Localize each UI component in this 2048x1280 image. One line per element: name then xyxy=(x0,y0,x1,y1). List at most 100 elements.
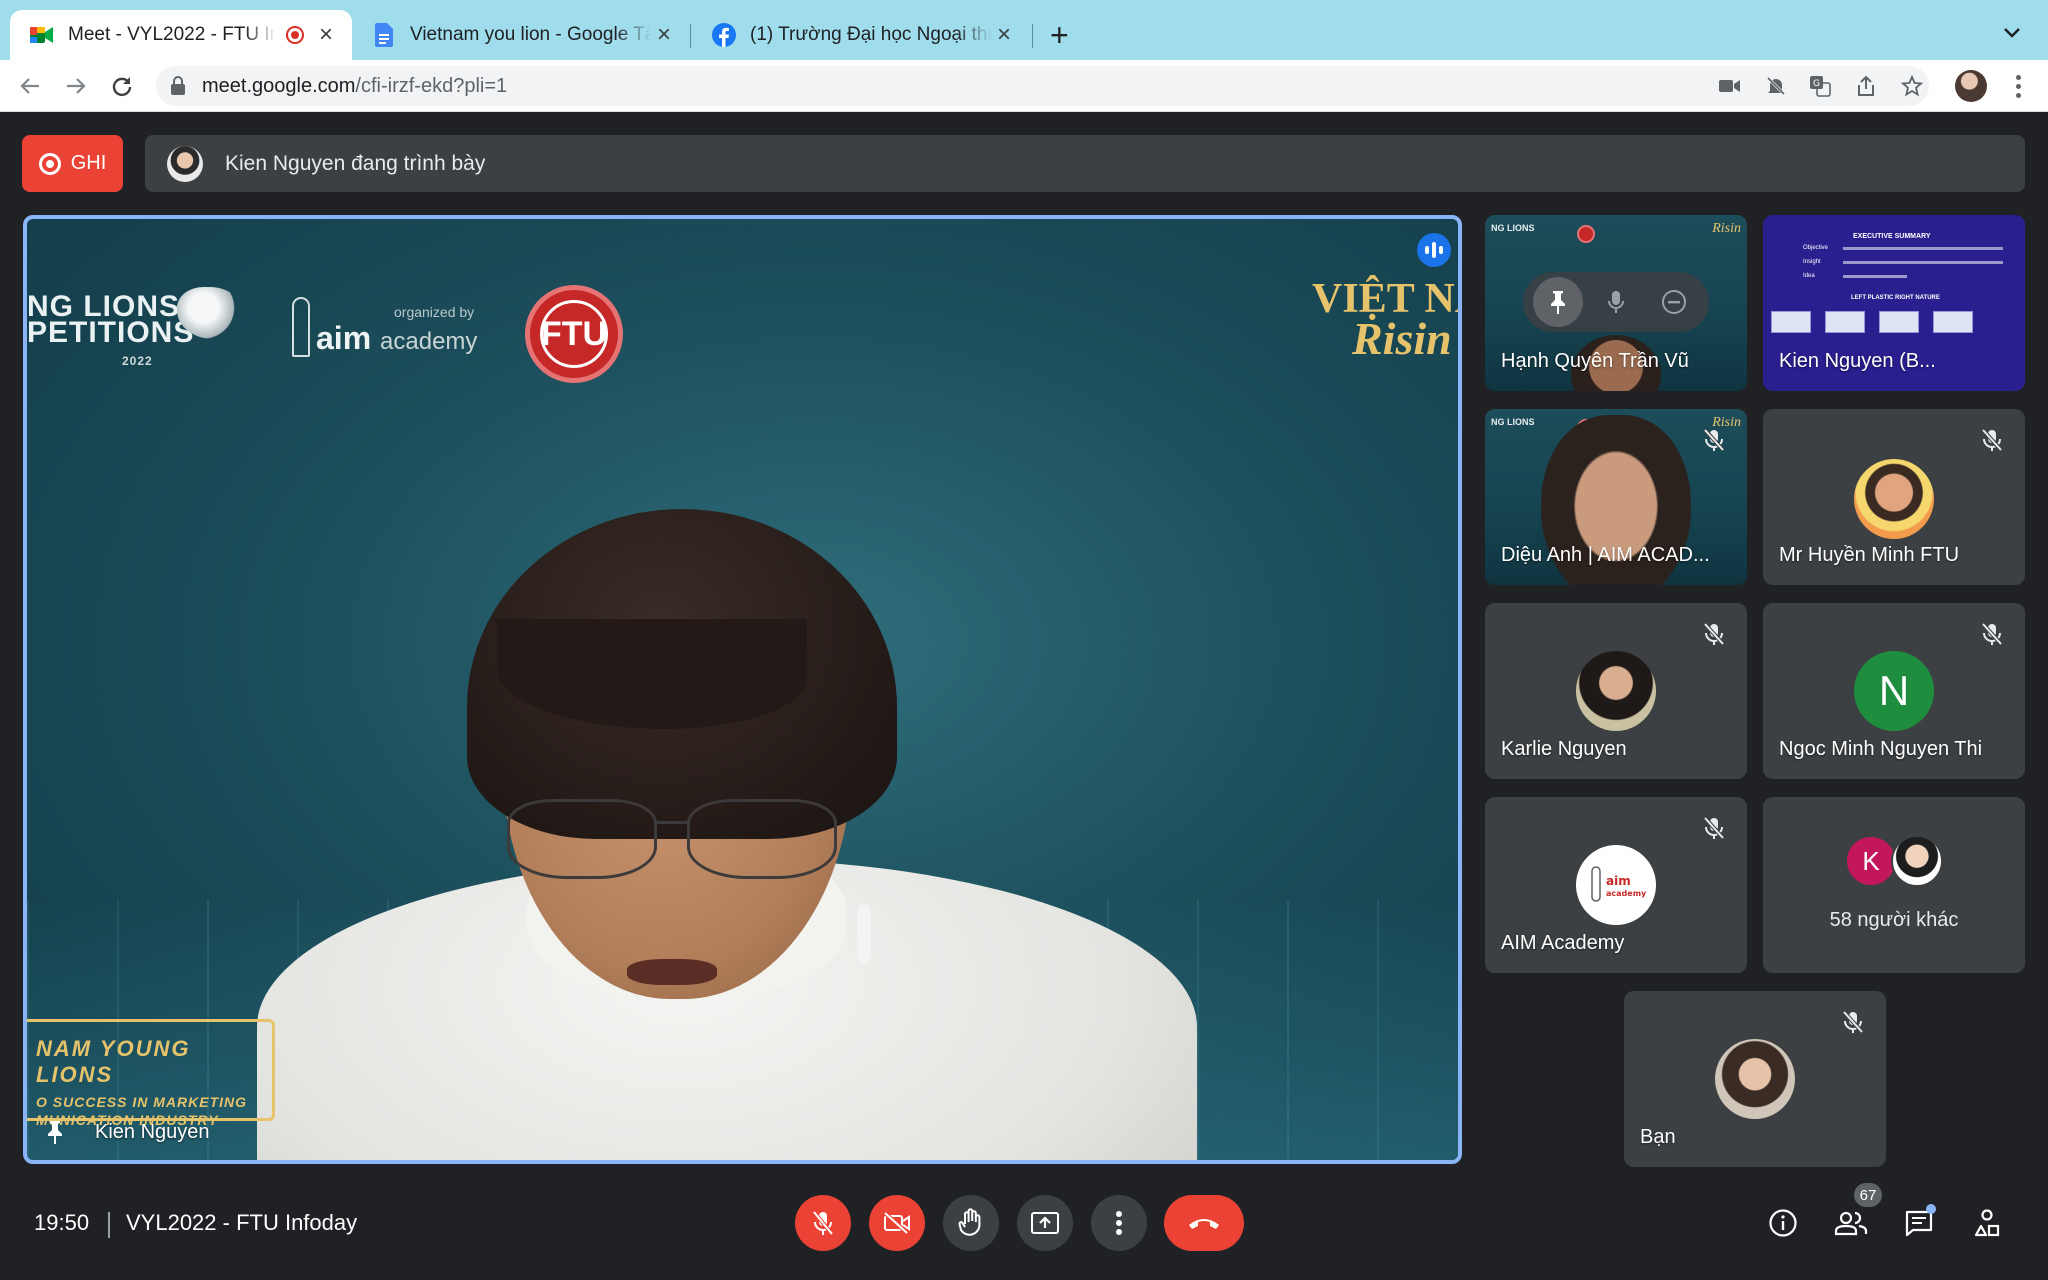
star-icon[interactable] xyxy=(1900,74,1924,98)
remove-icon[interactable] xyxy=(1649,277,1699,327)
tab-title: (1) Trường Đại học Ngoại thương xyxy=(750,24,992,45)
browser-toolbar: meet.google.com/cfi-irzf-ekd?pli=1 G xyxy=(0,60,2048,112)
mic-off-icon xyxy=(1981,622,2003,646)
meeting-controls-bar: 19:50 VYL2022 - FTU Infoday 67 xyxy=(0,1180,2048,1280)
avatar xyxy=(1576,651,1656,731)
avatar xyxy=(1715,1039,1795,1119)
presenting-text: Kien Nguyen đang trình bày xyxy=(225,151,486,175)
avatar xyxy=(1891,835,1943,887)
participant-tile[interactable]: aim academy AIM Academy xyxy=(1485,797,1747,973)
browser-tab-bar: Meet - VYL2022 - FTU Infoday × Vietnam y… xyxy=(0,0,2048,60)
tab-meet[interactable]: Meet - VYL2022 - FTU Infoday × xyxy=(10,10,352,60)
participant-name: Karlie Nguyen xyxy=(1501,738,1627,760)
participant-name: Mr Huyền Minh FTU xyxy=(1779,544,1960,566)
hang-up-icon xyxy=(1189,1219,1219,1229)
tab-separator xyxy=(690,24,691,48)
mini-seal-logo xyxy=(1577,225,1595,243)
notifications-off-icon[interactable] xyxy=(1764,74,1788,98)
participant-name: Hạnh Quyên Trần Vũ xyxy=(1501,350,1689,372)
aim-academy-logo: aim academy xyxy=(1576,845,1656,925)
participant-name: Kien Nguyen xyxy=(95,1121,210,1143)
tab-facebook[interactable]: (1) Trường Đại học Ngoại thương × xyxy=(692,10,1030,60)
raise-hand-button[interactable] xyxy=(943,1195,999,1251)
translate-icon[interactable]: G xyxy=(1808,74,1832,98)
svg-text:aim: aim xyxy=(1606,874,1631,888)
participant-tile[interactable]: Mr Huyền Minh FTU xyxy=(1763,409,2025,585)
info-icon xyxy=(1769,1209,1797,1237)
share-icon[interactable] xyxy=(1854,74,1878,98)
mini-background-logo: NG LIONS xyxy=(1491,223,1535,233)
speaking-indicator-icon xyxy=(1417,233,1451,267)
presenter-avatar xyxy=(167,145,203,182)
close-tab-icon[interactable]: × xyxy=(992,21,1016,49)
leave-call-button[interactable] xyxy=(1164,1195,1244,1251)
young-lions-banner: NAM YOUNG LIONS O SUCCESS IN MARKETING M… xyxy=(27,1019,275,1128)
forward-icon[interactable] xyxy=(58,68,94,104)
mic-off-icon xyxy=(1703,816,1725,840)
others-count: 58 người khác xyxy=(1829,909,1959,931)
tile-controls xyxy=(1523,272,1709,332)
participant-name: Kien Nguyen (B... xyxy=(1779,350,1936,372)
record-icon xyxy=(38,152,61,175)
activities-icon xyxy=(1974,1209,2000,1237)
more-vert-icon xyxy=(1116,1211,1122,1235)
participant-name: AIM Academy xyxy=(1501,932,1625,954)
participant-tile[interactable]: NG LIONS Risin Diệu Anh | AIM ACAD... xyxy=(1485,409,1747,585)
hand-icon xyxy=(958,1208,981,1236)
participant-count-badge: 67 xyxy=(1854,1183,1882,1207)
people-button[interactable] xyxy=(1830,1202,1872,1244)
activities-button[interactable] xyxy=(1966,1202,2008,1244)
meeting-time: 19:50 xyxy=(34,1210,90,1235)
address-bar[interactable]: meet.google.com/cfi-irzf-ekd?pli=1 G xyxy=(156,66,1929,106)
profile-avatar[interactable] xyxy=(1955,70,1987,102)
close-tab-icon[interactable]: × xyxy=(314,21,338,49)
participant-name: Bạn xyxy=(1640,1126,1676,1148)
browser-menu-icon[interactable] xyxy=(2006,70,2030,102)
mic-off-icon xyxy=(812,1210,834,1236)
lock-icon[interactable] xyxy=(170,76,186,101)
svg-text:G: G xyxy=(1813,79,1820,89)
other-participants-tile[interactable]: K 58 người khác xyxy=(1763,797,2025,973)
svg-text:academy: academy xyxy=(1606,889,1646,898)
meeting-name: VYL2022 - FTU Infoday xyxy=(126,1210,358,1235)
recording-button[interactable]: GHI xyxy=(22,135,123,192)
participant-tile[interactable]: N Ngoc Minh Nguyen Thi xyxy=(1763,603,2025,779)
participant-tile[interactable]: EXECUTIVE SUMMARY Objective Insight Idea… xyxy=(1763,215,2025,391)
mini-title: Risin xyxy=(1712,221,1741,236)
participant-tile[interactable]: NG LIONS Risin Hạnh Quyên Trần Vũ xyxy=(1485,215,1747,391)
mic-off-icon xyxy=(1981,428,2003,452)
meeting-details-button[interactable] xyxy=(1762,1202,1804,1244)
facebook-icon xyxy=(712,23,736,47)
main-video-tile[interactable]: NG LIONS PETITIONS 2022 aim academy orga… xyxy=(23,215,1462,1164)
divider xyxy=(108,1212,110,1238)
camera-icon[interactable] xyxy=(1718,74,1742,98)
close-tab-icon[interactable]: × xyxy=(652,21,676,49)
mic-icon[interactable] xyxy=(1591,277,1641,327)
recording-label: GHI xyxy=(70,152,107,174)
tab-title: Vietnam you lion - Google Tài liệu xyxy=(410,24,652,45)
participant-name: Ngoc Minh Nguyen Thi xyxy=(1779,738,1983,760)
mic-off-icon xyxy=(1842,1010,1864,1034)
tab-separator xyxy=(1032,24,1033,48)
pin-icon[interactable] xyxy=(1533,277,1583,327)
avatar xyxy=(1854,459,1934,539)
present-screen-button[interactable] xyxy=(1017,1195,1073,1251)
reload-icon[interactable] xyxy=(104,68,140,104)
chevron-down-icon[interactable] xyxy=(2003,18,2021,46)
pin-icon[interactable] xyxy=(45,1119,65,1152)
participant-tile[interactable]: Karlie Nguyen xyxy=(1485,603,1747,779)
more-options-button[interactable] xyxy=(1091,1195,1147,1251)
url-text: meet.google.com/cfi-irzf-ekd?pli=1 xyxy=(202,75,508,97)
avatar: K xyxy=(1845,835,1897,887)
presentation-banner: Kien Nguyen đang trình bày xyxy=(145,135,2025,192)
tab-docs[interactable]: Vietnam you lion - Google Tài liệu × xyxy=(352,10,690,60)
self-tile[interactable]: Bạn xyxy=(1624,991,1886,1167)
camera-toggle-button[interactable] xyxy=(869,1195,925,1251)
back-icon[interactable] xyxy=(12,68,48,104)
new-tab-icon[interactable]: + xyxy=(1050,19,1069,51)
google-docs-icon xyxy=(372,23,396,47)
google-meet-icon xyxy=(30,23,54,47)
tab-title: Meet - VYL2022 - FTU Infoday xyxy=(68,24,276,45)
mic-toggle-button[interactable] xyxy=(795,1195,851,1251)
participant-name: Diệu Anh | AIM ACAD... xyxy=(1501,544,1710,566)
